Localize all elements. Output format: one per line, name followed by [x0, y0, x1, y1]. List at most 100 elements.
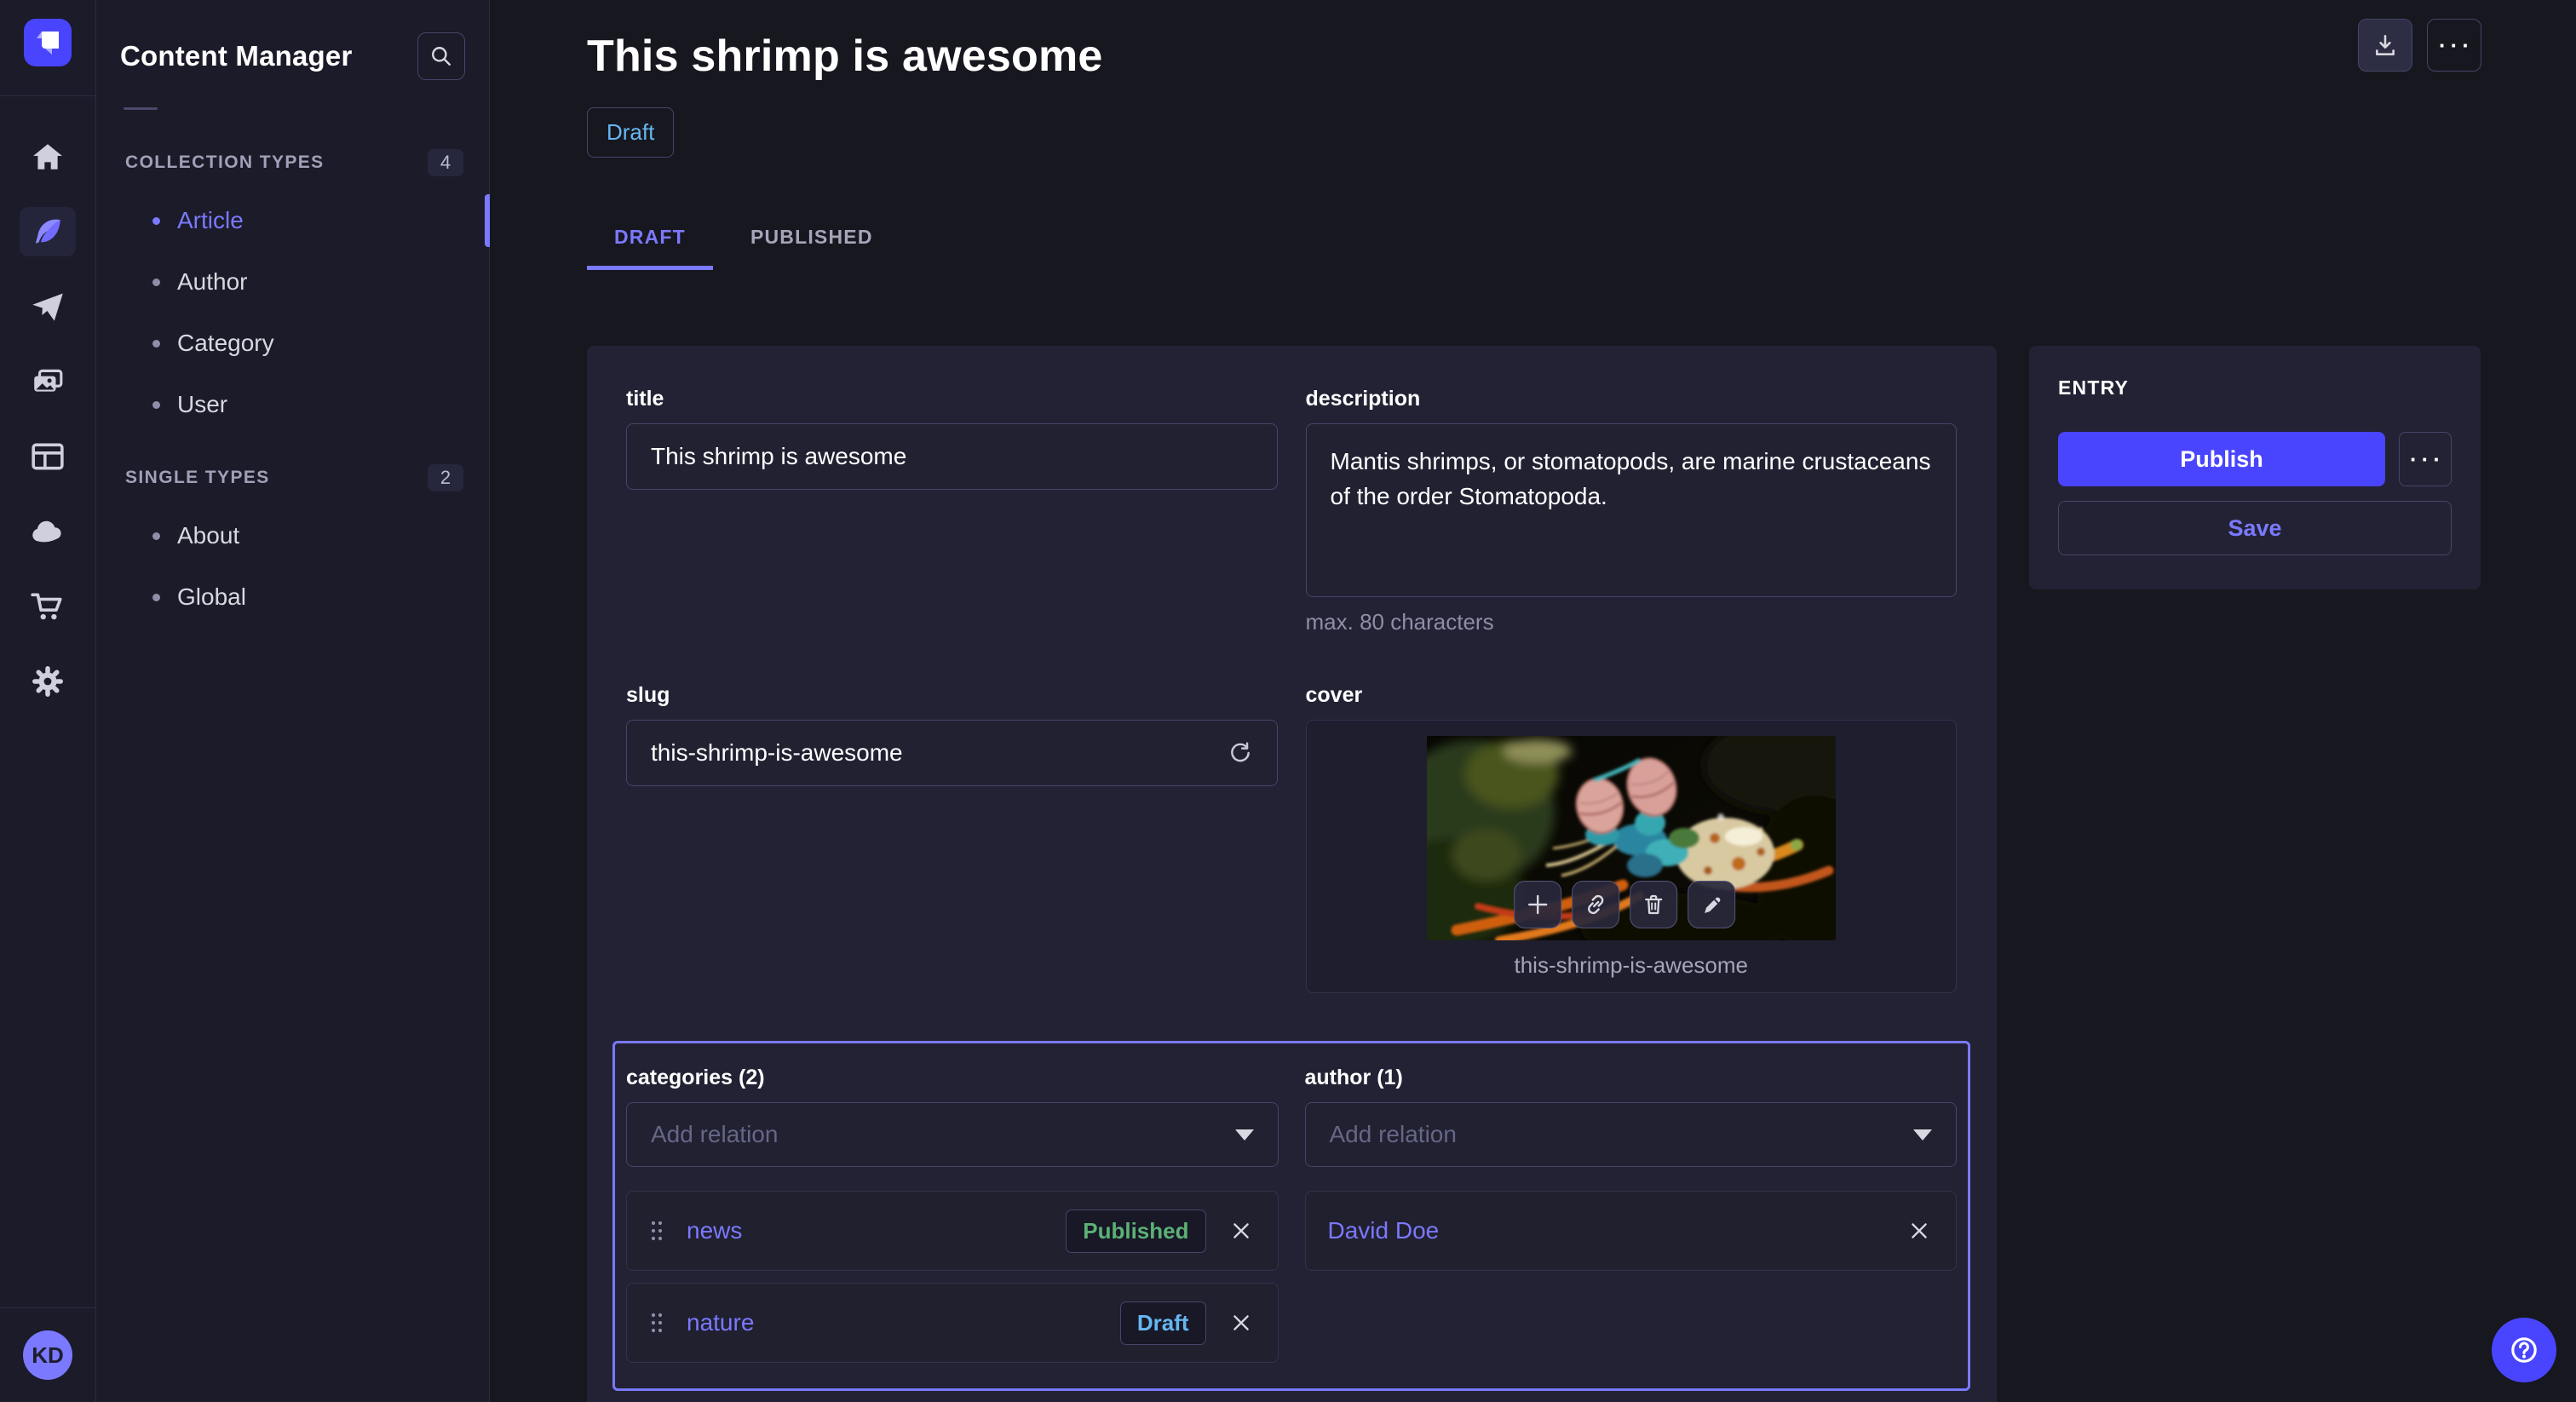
settings-gear-icon[interactable] [20, 657, 76, 706]
strapi-logo-icon [33, 28, 62, 57]
field-label: categories (2) [626, 1066, 1279, 1090]
publish-button[interactable]: Publish [2058, 432, 2385, 486]
sidebar-item-user[interactable]: User [120, 374, 465, 435]
content-manager-sidebar: Content Manager COLLECTION TYPES 4 Artic… [96, 0, 490, 1402]
collection-types-section: COLLECTION TYPES 4 Article Author Catego… [120, 149, 465, 435]
close-icon [1230, 1312, 1252, 1334]
chevron-down-icon [1235, 1129, 1254, 1141]
entry-panel: ENTRY Publish ··· Save [2029, 346, 2481, 589]
sidebar-item-article[interactable]: Article [120, 190, 465, 251]
nav-rail: KD [0, 0, 96, 1402]
main-content: ··· This shrimp is awesome Draft DRAFT P… [490, 0, 2576, 1402]
trash-icon [1642, 893, 1665, 916]
copy-link-button[interactable] [1572, 881, 1619, 928]
bullet-icon [152, 594, 160, 601]
status-badge: Draft [587, 107, 674, 158]
version-tabs: DRAFT PUBLISHED [587, 214, 2481, 270]
page-title: This shrimp is awesome [587, 31, 2481, 82]
question-mark-icon [2508, 1334, 2540, 1366]
media-library-icon[interactable] [20, 357, 76, 406]
author-field: author (1) Add relation David Doe [1305, 1066, 1958, 1363]
slug-input[interactable]: this-shrimp-is-awesome [626, 720, 1278, 786]
relation-link[interactable]: nature [687, 1309, 754, 1336]
edit-form-panel: title This shrimp is awesome description… [587, 346, 1997, 1402]
marketplace-cart-icon[interactable] [20, 582, 76, 631]
relations-highlight-box: categories (2) Add relation [612, 1041, 1970, 1391]
relation-item-news: news Published [626, 1191, 1279, 1271]
slug-field: slug this-shrimp-is-awesome [626, 683, 1278, 993]
download-icon [2372, 32, 2398, 58]
remove-relation-button[interactable] [1227, 1216, 1256, 1245]
sidebar-item-about[interactable]: About [120, 505, 465, 566]
close-icon [1908, 1220, 1930, 1242]
categories-field: categories (2) Add relation [626, 1066, 1279, 1363]
close-icon [1230, 1220, 1252, 1242]
description-textarea[interactable]: Mantis shrimps, or stomatopods, are mari… [1306, 423, 1958, 597]
bullet-icon [152, 340, 160, 348]
add-media-button[interactable] [1514, 881, 1561, 928]
regenerate-icon[interactable] [1228, 740, 1253, 766]
title-field: title This shrimp is awesome [626, 387, 1278, 635]
search-icon [430, 45, 452, 67]
rail-divider [0, 95, 95, 96]
edit-media-button[interactable] [1688, 881, 1735, 928]
field-hint: max. 80 characters [1306, 609, 1958, 635]
user-avatar[interactable]: KD [23, 1330, 72, 1380]
categories-relation-select[interactable]: Add relation [626, 1102, 1279, 1167]
field-label: author (1) [1305, 1066, 1958, 1090]
status-badge: Draft [1120, 1301, 1206, 1345]
help-button[interactable] [2492, 1318, 2556, 1382]
save-button[interactable]: Save [2058, 501, 2452, 555]
home-icon[interactable] [20, 132, 76, 181]
field-label: cover [1306, 683, 1958, 708]
drag-handle-icon[interactable] [649, 1220, 664, 1242]
search-button[interactable] [417, 32, 465, 80]
sidebar-item-category[interactable]: Category [120, 313, 465, 374]
deploy-cloud-icon[interactable] [20, 507, 76, 556]
chevron-down-icon [1913, 1129, 1932, 1141]
plus-icon [1526, 893, 1550, 916]
entry-more-button[interactable]: ··· [2399, 432, 2452, 486]
sidebar-item-global[interactable]: Global [120, 566, 465, 628]
bullet-icon [152, 217, 160, 225]
content-type-builder-icon[interactable] [20, 432, 76, 481]
export-button[interactable] [2358, 19, 2412, 72]
section-count-badge: 4 [428, 149, 463, 176]
entry-panel-title: ENTRY [2058, 376, 2452, 399]
relation-item-nature: nature Draft [626, 1283, 1279, 1363]
bullet-icon [152, 279, 160, 286]
drag-handle-icon[interactable] [649, 1312, 664, 1334]
link-icon [1584, 893, 1607, 916]
single-types-section: SINGLE TYPES 2 About Global [120, 464, 465, 628]
header-more-button[interactable]: ··· [2427, 19, 2481, 72]
sidebar-divider [124, 107, 158, 110]
rail-bottom-divider [0, 1307, 95, 1308]
title-input[interactable]: This shrimp is awesome [626, 423, 1278, 490]
relation-link[interactable]: David Doe [1328, 1217, 1440, 1244]
sidebar-title: Content Manager [120, 40, 353, 72]
tab-published[interactable]: PUBLISHED [723, 214, 900, 270]
tab-draft[interactable]: DRAFT [587, 214, 713, 270]
author-relation-select[interactable]: Add relation [1305, 1102, 1958, 1167]
more-icon: ··· [2435, 34, 2474, 56]
description-field: description Mantis shrimps, or stomatopo… [1306, 387, 1958, 635]
strapi-logo[interactable] [24, 19, 72, 66]
bullet-icon [152, 532, 160, 540]
sidebar-item-author[interactable]: Author [120, 251, 465, 313]
section-label: SINGLE TYPES [125, 468, 270, 488]
releases-icon[interactable] [20, 282, 76, 331]
section-count-badge: 2 [428, 464, 463, 491]
relation-link[interactable]: news [687, 1217, 742, 1244]
more-icon: ··· [2406, 448, 2445, 470]
cover-media-card: this-shrimp-is-awesome [1306, 720, 1958, 993]
cover-filename: this-shrimp-is-awesome [1322, 952, 1941, 979]
delete-media-button[interactable] [1630, 881, 1677, 928]
remove-relation-button[interactable] [1905, 1216, 1934, 1245]
remove-relation-button[interactable] [1227, 1308, 1256, 1337]
status-badge: Published [1066, 1210, 1205, 1253]
pencil-icon [1699, 893, 1723, 916]
cover-image [1427, 736, 1836, 940]
field-label: title [626, 387, 1278, 411]
content-manager-icon[interactable] [20, 207, 76, 256]
cover-field: cover [1306, 683, 1958, 993]
